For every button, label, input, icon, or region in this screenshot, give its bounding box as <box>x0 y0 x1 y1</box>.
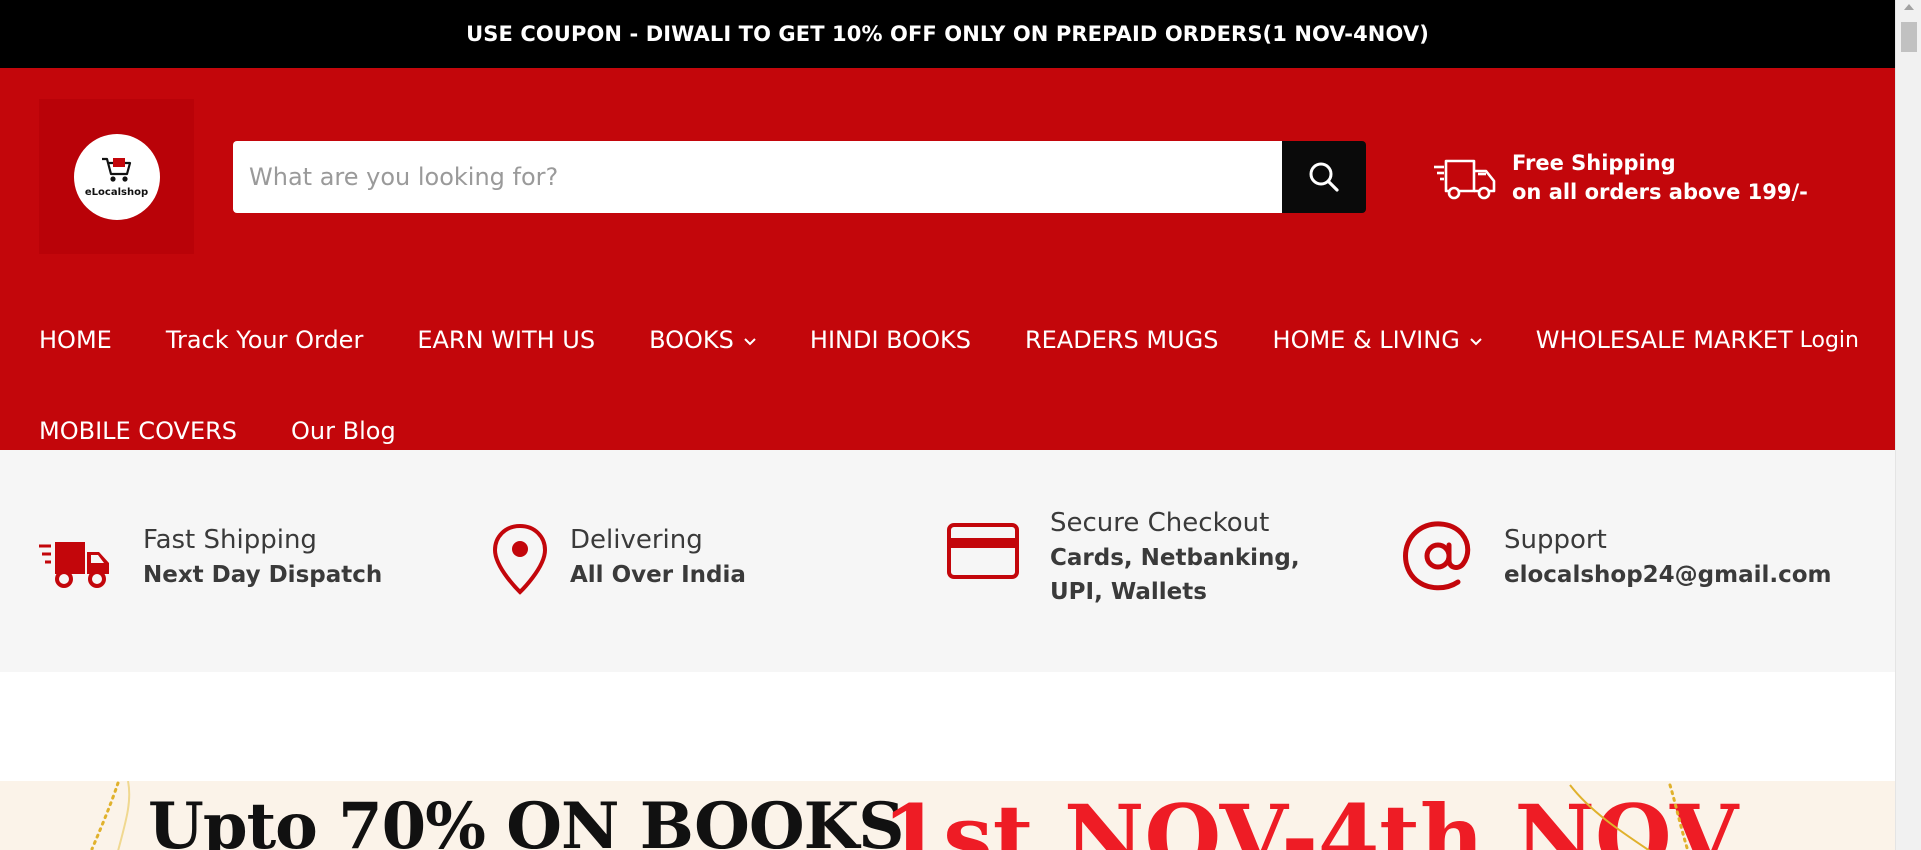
decorative-dots <box>90 781 131 850</box>
chevron-down-icon <box>744 337 756 345</box>
feature-title: Secure Checkout <box>1050 508 1270 538</box>
logo-badge: eLocalshop <box>73 133 160 220</box>
feature-fast-shipping: Fast Shipping Next Day Dispatch <box>39 522 382 592</box>
site-header: eLocalshop What are you looking for? Fre… <box>0 68 1895 450</box>
nav-item-label: Our Blog <box>291 417 396 445</box>
truck-icon <box>39 542 109 588</box>
feature-title: Fast Shipping <box>143 525 317 555</box>
nav-item-mobile-covers[interactable]: MOBILE COVERS <box>39 417 237 445</box>
feature-subtitle: Next Day Dispatch <box>143 562 383 588</box>
decorative-dots <box>1569 783 1690 850</box>
announcement-text: USE COUPON - DIWALI TO GET 10% OFF ONLY … <box>466 22 1429 46</box>
delivery-truck-icon <box>1434 159 1496 200</box>
nav-item-label: Track Your Order <box>165 326 364 354</box>
search-bar <box>233 141 1366 213</box>
logo[interactable]: eLocalshop <box>39 99 194 254</box>
feature-subtitle: All Over India <box>570 562 746 588</box>
shipping-subtitle: on all orders above 199/- <box>1512 180 1808 204</box>
nav-item-home[interactable]: HOME <box>39 326 112 354</box>
at-sign-icon <box>1403 521 1471 591</box>
scroll-thumb[interactable] <box>1901 22 1917 52</box>
feature-subtitle: Cards, Netbanking, UPI, Wallets <box>1050 545 1300 605</box>
banner-headline: Upto 70% ON BOOKS <box>148 789 904 850</box>
scrollbar[interactable] <box>1895 0 1921 850</box>
spacer <box>0 672 1895 781</box>
nav-item-track-order[interactable]: Track Your Order <box>166 326 364 354</box>
main-nav: HOME Track Your Order EARN WITH US BOOKS… <box>39 294 1859 476</box>
nav-item-label: BOOKS <box>649 326 734 354</box>
page: USE COUPON - DIWALI TO GET 10% OFF ONLY … <box>0 0 1895 850</box>
feature-text: Support elocalshop24@gmail.com <box>1504 522 1832 592</box>
feature-support: Support elocalshop24@gmail.com <box>1400 521 1832 594</box>
nav-item-label: READERS MUGS <box>1024 326 1219 354</box>
shipping-title: Free Shipping <box>1512 151 1676 175</box>
nav-item-our-blog[interactable]: Our Blog <box>291 417 396 445</box>
location-pin-icon <box>492 523 548 595</box>
scroll-up-arrow-icon[interactable] <box>1904 4 1914 10</box>
nav-item-readers-mugs[interactable]: READERS MUGS <box>1025 326 1219 354</box>
feature-title: Delivering <box>570 525 703 555</box>
feature-secure-checkout: Secure Checkout Cards, Netbanking, UPI, … <box>946 505 1360 609</box>
nav-item-label: EARN WITH US <box>417 326 596 354</box>
credit-card-icon <box>947 523 1019 579</box>
nav-row-1: HOME Track Your Order EARN WITH US BOOKS… <box>39 294 1859 386</box>
nav-item-home-living[interactable]: HOME & LIVING <box>1273 326 1482 354</box>
shipping-text: Free Shipping on all orders above 199/- <box>1512 149 1808 207</box>
nav-item-label: HINDI BOOKS <box>809 326 971 354</box>
feature-subtitle: elocalshop24@gmail.com <box>1504 562 1832 588</box>
login-link[interactable]: Login <box>1800 294 1859 386</box>
nav-item-hindi-books[interactable]: HINDI BOOKS <box>810 326 971 354</box>
features-strip: Fast Shipping Next Day Dispatch Deliveri… <box>0 450 1895 672</box>
feature-title: Support <box>1504 525 1607 555</box>
logo-text: eLocalshop <box>84 187 149 198</box>
nav-item-books[interactable]: BOOKS <box>649 326 756 354</box>
nav-item-label: HOME <box>39 326 112 354</box>
feature-text: Delivering All Over India <box>570 522 746 592</box>
nav-item-wholesale-market[interactable]: WHOLESALE MARKET <box>1536 326 1793 354</box>
feature-text: Secure Checkout Cards, Netbanking, UPI, … <box>1050 505 1360 609</box>
free-shipping-promo: Free Shipping on all orders above 199/- <box>1432 149 1808 207</box>
announcement-bar: USE COUPON - DIWALI TO GET 10% OFF ONLY … <box>0 0 1895 68</box>
shopping-cart-icon <box>101 157 131 182</box>
chevron-down-icon <box>1470 337 1482 345</box>
nav-item-label: HOME & LIVING <box>1272 326 1460 354</box>
search-icon <box>1309 162 1339 192</box>
nav-item-label: WHOLESALE MARKET <box>1535 326 1793 354</box>
nav-item-label: MOBILE COVERS <box>39 417 238 445</box>
search-input[interactable] <box>233 141 1282 213</box>
feature-delivering: Delivering All Over India <box>490 522 746 598</box>
feature-text: Fast Shipping Next Day Dispatch <box>143 522 382 592</box>
search-button[interactable] <box>1282 141 1366 213</box>
nav-item-earn-with-us[interactable]: EARN WITH US <box>417 326 595 354</box>
promo-banner[interactable]: Upto 70% ON BOOKS 1st NOV-4th NOV <box>0 781 1895 850</box>
